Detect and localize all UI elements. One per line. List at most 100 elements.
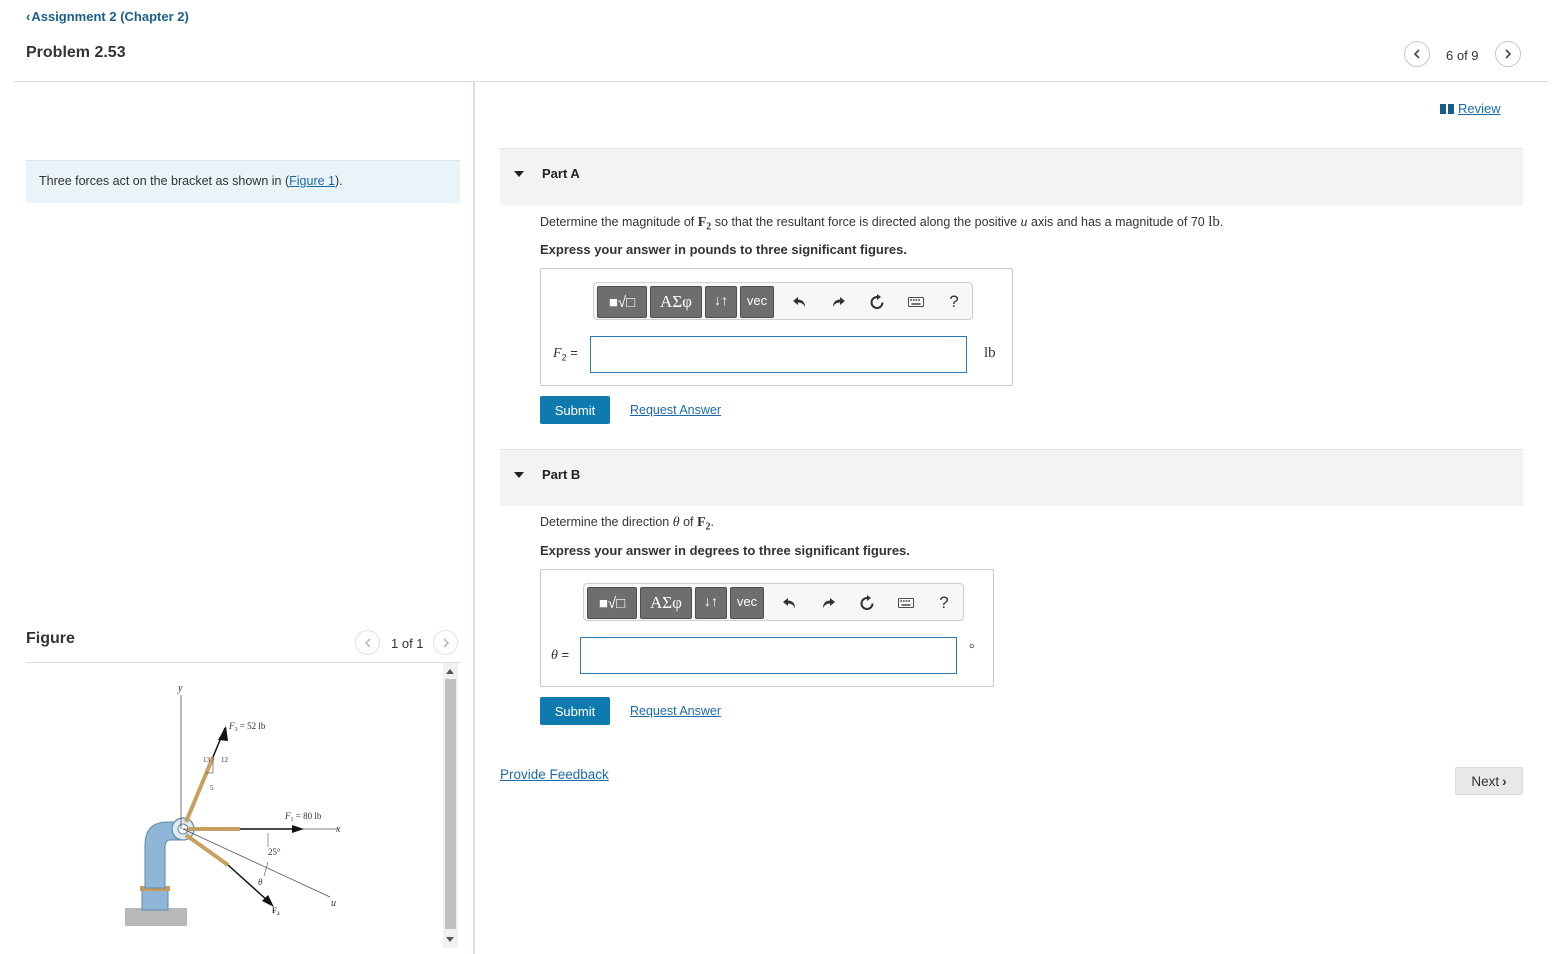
provide-feedback-link[interactable]: Provide Feedback [500,767,609,782]
part-a-header[interactable]: Part A [500,148,1523,205]
vector-button[interactable]: vec [740,286,774,318]
f3-arrowhead [218,726,228,741]
help-icon[interactable]: ? [943,291,965,313]
collapse-triangle-icon [514,472,524,478]
part-a-prompt: Determine the magnitude of F2 so that th… [540,214,1223,233]
part-a-title: Part A [542,166,580,181]
chevron-left-icon: ‹ [26,9,31,24]
part-a-prompt-pre: Determine the magnitude of [540,215,698,229]
scroll-up-arrow-icon[interactable] [446,669,454,674]
part-b-prompt-pre: Determine the direction [540,515,673,529]
f1-label-value: = 80 lb [294,811,322,821]
part-a-submit-button[interactable]: Submit [540,396,610,424]
next-problem-button[interactable] [1495,41,1521,67]
column-divider [473,82,475,954]
angle-theta-tick [263,861,269,877]
part-b-math-toolbar: ■√□ ΑΣφ ↓↑ vec ? [583,583,964,621]
reset-icon[interactable] [856,592,878,614]
chevron-left-icon [364,637,371,648]
f2-label-sub: 2 [277,911,280,917]
scroll-thumb[interactable] [445,679,456,929]
review-link[interactable]: Review [1440,101,1501,116]
part-b-variable-label: θ = [551,647,569,664]
part-a-request-answer-link[interactable]: Request Answer [630,403,721,417]
f3-label-value: = 52 lb [238,721,266,731]
keyboard-icon[interactable] [905,291,927,313]
ground-hatch [125,908,187,926]
templates-button[interactable]: ■√□ [597,286,647,318]
keyboard-icon[interactable] [895,592,917,614]
part-b-request-answer-link[interactable]: Request Answer [630,704,721,718]
slope-13-label: 13 [203,756,211,764]
greek-symbols-button[interactable]: ΑΣφ [640,587,692,619]
part-b-prompt-end: . [710,515,715,529]
part-a-prompt-end: . [1219,215,1224,229]
next-button[interactable]: Next › [1455,767,1523,795]
templates-button[interactable]: ■√□ [587,587,637,619]
greek-symbols-button[interactable]: ΑΣφ [650,286,702,318]
figure-link[interactable]: Figure 1 [289,174,335,188]
scroll-down-arrow-icon[interactable] [446,937,454,942]
f1-arrowhead [292,825,304,833]
back-to-assignment-link[interactable]: ‹Assignment 2 (Chapter 2) [26,9,189,24]
part-a-prompt-u: u [1020,215,1028,230]
chevron-right-icon [1505,49,1512,59]
part-b-instruction: Express your answer in degrees to three … [540,543,910,558]
part-b-submit-button[interactable]: Submit [540,697,610,725]
reset-icon[interactable] [866,291,888,313]
bracket-figure: y x u F3 = 52 lb 13 12 5 F1 = 80 lb F2 2… [125,683,341,926]
figure-previous-button[interactable] [355,630,380,655]
part-a-unit: lb [984,345,996,361]
previous-problem-button[interactable] [1404,41,1430,67]
back-link-label: Assignment 2 (Chapter 2) [31,9,189,24]
slope-12-label: 12 [221,756,229,764]
subscript-superscript-button[interactable]: ↓↑ [705,286,737,318]
part-b-title: Part B [542,467,581,482]
undo-icon[interactable] [789,291,811,313]
book-icon [1440,103,1454,114]
f3-label: F3 = 52 lb [228,721,266,733]
part-a-variable-label: F2 = [553,345,578,363]
f1-label: F1 = 80 lb [284,811,322,823]
part-b-var-eq: = [557,647,570,662]
part-b-header[interactable]: Part B [500,449,1523,506]
bracket-bar-f3 [184,756,215,823]
redo-icon[interactable] [827,291,849,313]
figure-next-button[interactable] [433,630,458,655]
review-label: Review [1458,101,1501,116]
part-a-prompt-unit: lb [1208,214,1220,230]
subscript-superscript-button[interactable]: ↓↑ [695,587,727,619]
part-b-unit: ° [969,642,975,657]
problem-intro: Three forces act on the bracket as shown… [26,160,460,203]
part-a-prompt-post: axis and has a magnitude of 70 [1027,215,1209,229]
part-a-var-eq: = [566,345,578,360]
u-axis-label: u [331,898,336,909]
part-a-answer-box: ■√□ ΑΣφ ↓↑ vec ? F2 = lb [540,268,1013,386]
header-divider [14,81,1548,82]
figure-scrollbar[interactable] [443,663,458,948]
redo-icon[interactable] [817,592,839,614]
part-b-prompt-mid: of [679,515,697,529]
chevron-left-icon [1413,49,1420,59]
part-b-var-symbol: θ [551,648,558,663]
next-label: Next [1471,773,1500,789]
figure-pager: 1 of 1 [391,636,424,651]
help-icon[interactable]: ? [933,592,955,614]
angle-25-label: 25° [268,847,281,857]
undo-icon[interactable] [779,592,801,614]
y-axis-label: y [177,683,183,694]
part-a-answer-input[interactable] [590,336,967,373]
part-a-prompt-var: F [697,215,707,230]
u-axis-line [182,828,331,898]
problem-pager: 6 of 9 [1446,48,1479,63]
vector-button[interactable]: vec [730,587,764,619]
problem-title: Problem 2.53 [26,44,126,61]
part-b-prompt-theta: θ [672,515,680,530]
figure-title: Figure [26,630,75,647]
part-b-prompt-var: F [696,515,706,530]
slope-5-label: 5 [210,784,214,792]
part-a-instruction: Express your answer in pounds to three s… [540,242,907,257]
intro-text: Three forces act on the bracket as shown… [39,174,290,188]
part-b-answer-input[interactable] [580,637,957,674]
chevron-right-icon: › [1502,773,1507,789]
